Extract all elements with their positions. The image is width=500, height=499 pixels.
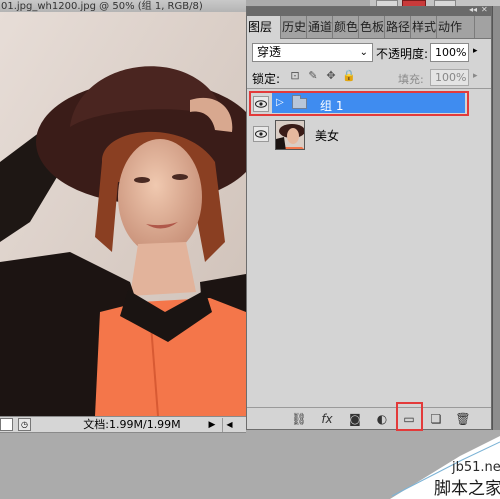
lock-paint-icon[interactable]: ✎ <box>307 70 319 82</box>
tab-actions[interactable]: 动作 <box>437 16 475 38</box>
panel-tabs: 图层 历史 通道 颜色 色板 路径 样式 动作 <box>247 16 491 39</box>
blend-mode-value: 穿透 <box>257 45 282 59</box>
zoom-input[interactable] <box>0 418 13 431</box>
tab-history[interactable]: 历史 <box>281 16 307 38</box>
eye-icon[interactable] <box>253 126 269 142</box>
lock-label: 锁定: <box>252 72 281 86</box>
scroll-left-icon[interactable]: ◀ <box>222 418 236 432</box>
tab-color[interactable]: 颜色 <box>333 16 359 38</box>
collapse-panel-icon[interactable]: ◂◂ <box>469 5 477 14</box>
layer-row-group[interactable]: ▷ 组 1 <box>247 91 491 118</box>
lock-transparent-icon[interactable]: ⊡ <box>289 70 301 82</box>
tab-paths[interactable]: 路径 <box>385 16 411 38</box>
layer-row-photo[interactable]: 美女 <box>247 117 491 151</box>
layer-thumbnail <box>275 120 305 150</box>
watermark-name: 脚本之家 <box>434 479 500 499</box>
new-layer-icon[interactable]: ❏ <box>428 411 444 427</box>
lock-options-row: 锁定: ⊡ ✎ ✥ 🔒 填充: 100% ▸ <box>247 65 491 89</box>
highlight-outline <box>249 91 469 116</box>
chevron-down-icon: ⌄ <box>359 47 368 58</box>
lock-all-icon[interactable]: 🔒 <box>342 70 356 82</box>
document-canvas[interactable] <box>0 12 246 416</box>
fx-icon[interactable]: fx <box>319 411 335 427</box>
layers-list: ▷ 组 1 美女 <box>247 89 491 407</box>
opacity-label: 不透明度: <box>376 47 429 61</box>
document-title-bar: 01.jpg_wh1200.jpg @ 50% (组 1, RGB/8) <box>0 0 246 12</box>
opacity-slider-arrow-icon[interactable]: ▸ <box>473 46 478 56</box>
highlight-outline <box>396 402 423 431</box>
link-icon[interactable]: ⛓ <box>291 411 307 427</box>
canvas-photo <box>0 12 246 416</box>
lock-move-icon[interactable]: ✥ <box>325 70 337 82</box>
watermark-site: jb51.net <box>452 460 500 475</box>
opacity-input[interactable]: 100% <box>430 43 469 62</box>
blend-mode-select[interactable]: 穿透 ⌄ <box>252 43 373 62</box>
blend-options-row: 穿透 ⌄ 不透明度: 100% ▸ <box>247 39 491 65</box>
document-title: 01.jpg_wh1200.jpg @ 50% (组 1, RGB/8) <box>1 1 203 12</box>
fill-slider-arrow-icon[interactable]: ▸ <box>473 71 478 81</box>
trash-icon[interactable]: 🗑 <box>455 411 471 427</box>
tab-swatches[interactable]: 色板 <box>359 16 385 38</box>
fill-label: 填充: <box>398 73 424 86</box>
document-status-bar: ◷ 文档:1.99M/1.99M ▶ ◀ <box>0 416 246 433</box>
status-info-icon[interactable]: ◷ <box>18 418 31 431</box>
panel-header-strip: ◂◂ ✕ <box>247 5 491 16</box>
adjustment-icon[interactable]: ◐ <box>374 411 390 427</box>
layer-name: 美女 <box>315 129 340 143</box>
layers-panel-footer: ⛓ fx ◙ ◐ ▭ ❏ 🗑 <box>247 402 491 431</box>
panel-dock-strip <box>492 6 500 430</box>
tab-channels[interactable]: 通道 <box>307 16 333 38</box>
mask-icon[interactable]: ◙ <box>347 411 363 427</box>
status-menu-arrow-icon[interactable]: ▶ <box>206 419 218 431</box>
document-size: 文档:1.99M/1.99M <box>83 418 181 431</box>
layers-panel: ◂◂ ✕ 图层 历史 通道 颜色 色板 路径 样式 动作 穿透 ⌄ 不透明度: … <box>246 5 492 431</box>
tab-styles[interactable]: 样式 <box>411 16 437 38</box>
close-panel-icon[interactable]: ✕ <box>481 5 488 14</box>
fill-input[interactable]: 100% <box>430 69 469 86</box>
tab-layers[interactable]: 图层 <box>247 16 281 39</box>
